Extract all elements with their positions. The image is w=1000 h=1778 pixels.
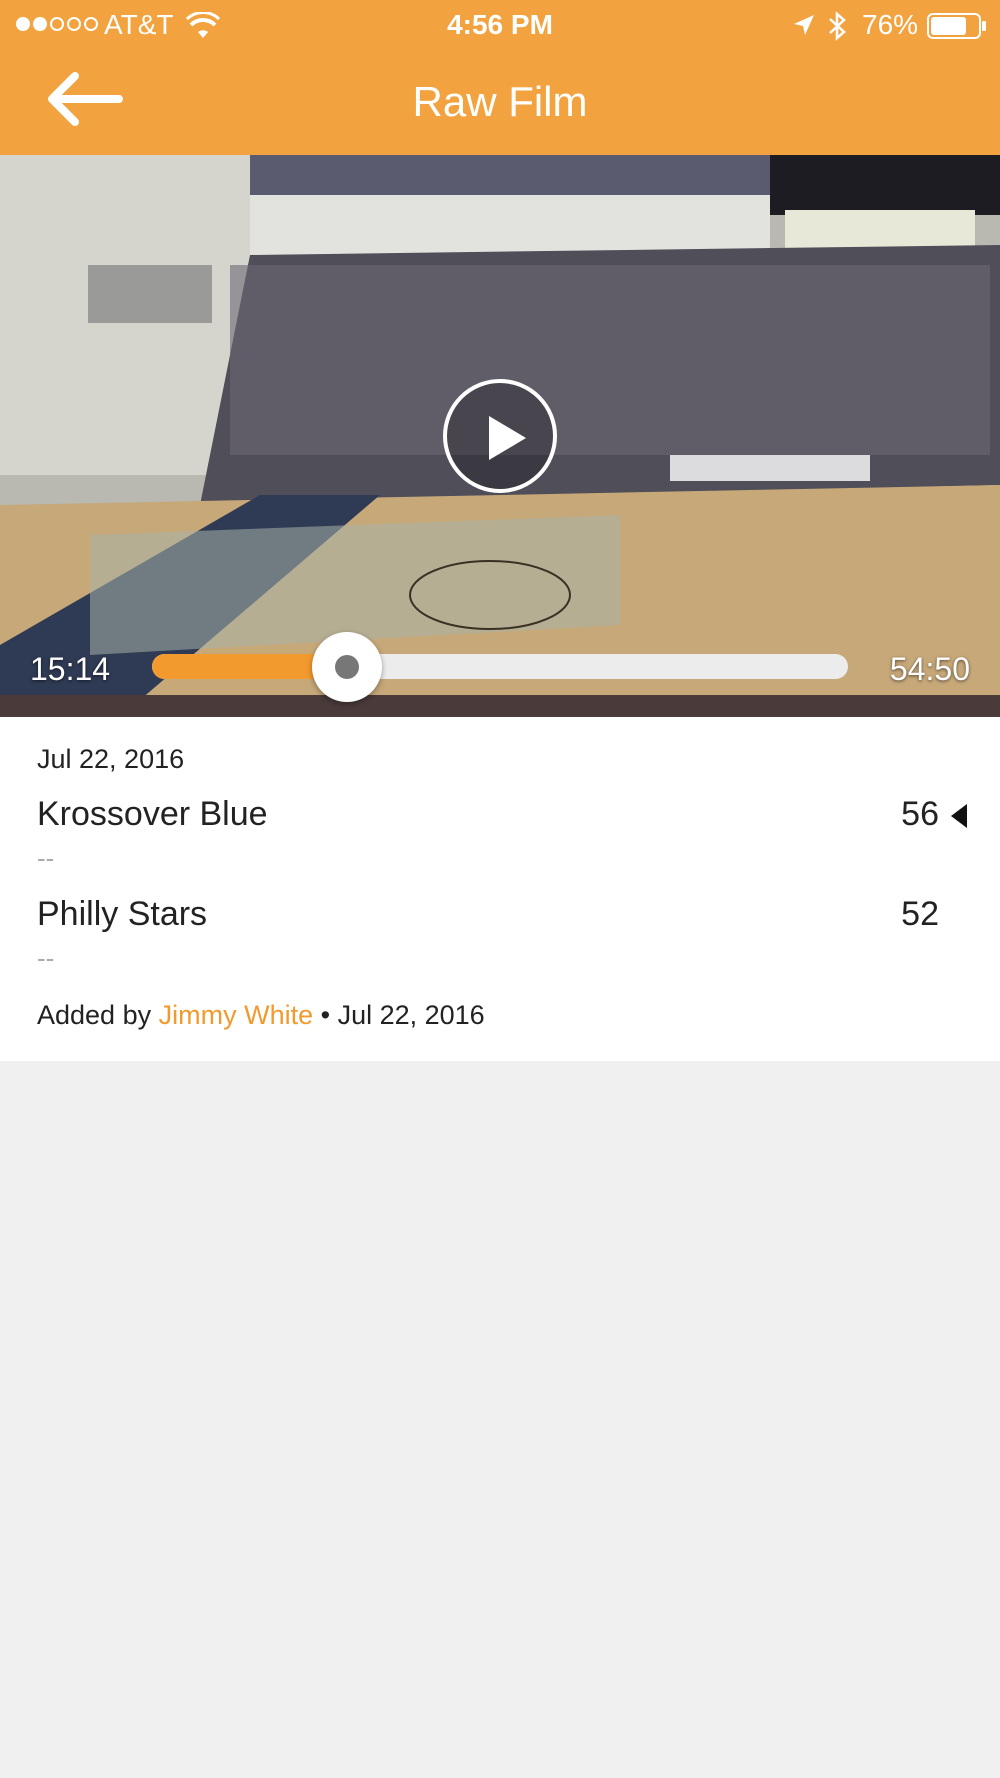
bluetooth-icon	[829, 11, 846, 41]
team-row-home: Krossover Blue 56 --	[37, 795, 967, 873]
battery-percentage: 76%	[862, 9, 919, 40]
app-header: AT&T 4:56 PM 76% Raw Film	[0, 0, 1000, 155]
status-bar: AT&T 4:56 PM 76%	[0, 0, 1000, 50]
total-duration: 54:50	[889, 651, 970, 687]
play-icon	[489, 416, 526, 460]
elapsed-time: 15:14	[30, 651, 111, 687]
seek-bar[interactable]	[152, 654, 848, 679]
game-details: Jul 22, 2016 Krossover Blue 56 -- Philly…	[0, 717, 1000, 1061]
location-arrow-icon	[794, 15, 814, 35]
video-player[interactable]: 15:14 54:50	[0, 155, 1000, 717]
team-score: 52	[901, 895, 939, 933]
status-time: 4:56 PM	[447, 9, 553, 40]
added-date: • Jul 22, 2016	[320, 1000, 485, 1030]
page-title: Raw Film	[412, 78, 588, 125]
play-button[interactable]	[443, 379, 557, 493]
seek-thumb[interactable]	[311, 632, 382, 702]
team-row-away: Philly Stars 52 --	[37, 895, 967, 973]
added-by-line: Added by Jimmy White • Jul 22, 2016	[37, 1000, 485, 1031]
game-date: Jul 22, 2016	[37, 744, 185, 774]
team-record: --	[37, 943, 55, 973]
battery-icon	[927, 13, 986, 39]
team-record: --	[37, 843, 55, 873]
team-score: 56	[901, 795, 939, 833]
winner-caret-icon	[951, 804, 967, 828]
author-link[interactable]: Jimmy White	[159, 1000, 314, 1030]
added-by-prefix: Added by	[37, 1000, 152, 1030]
team-name: Krossover Blue	[37, 795, 268, 833]
team-name: Philly Stars	[37, 895, 208, 933]
